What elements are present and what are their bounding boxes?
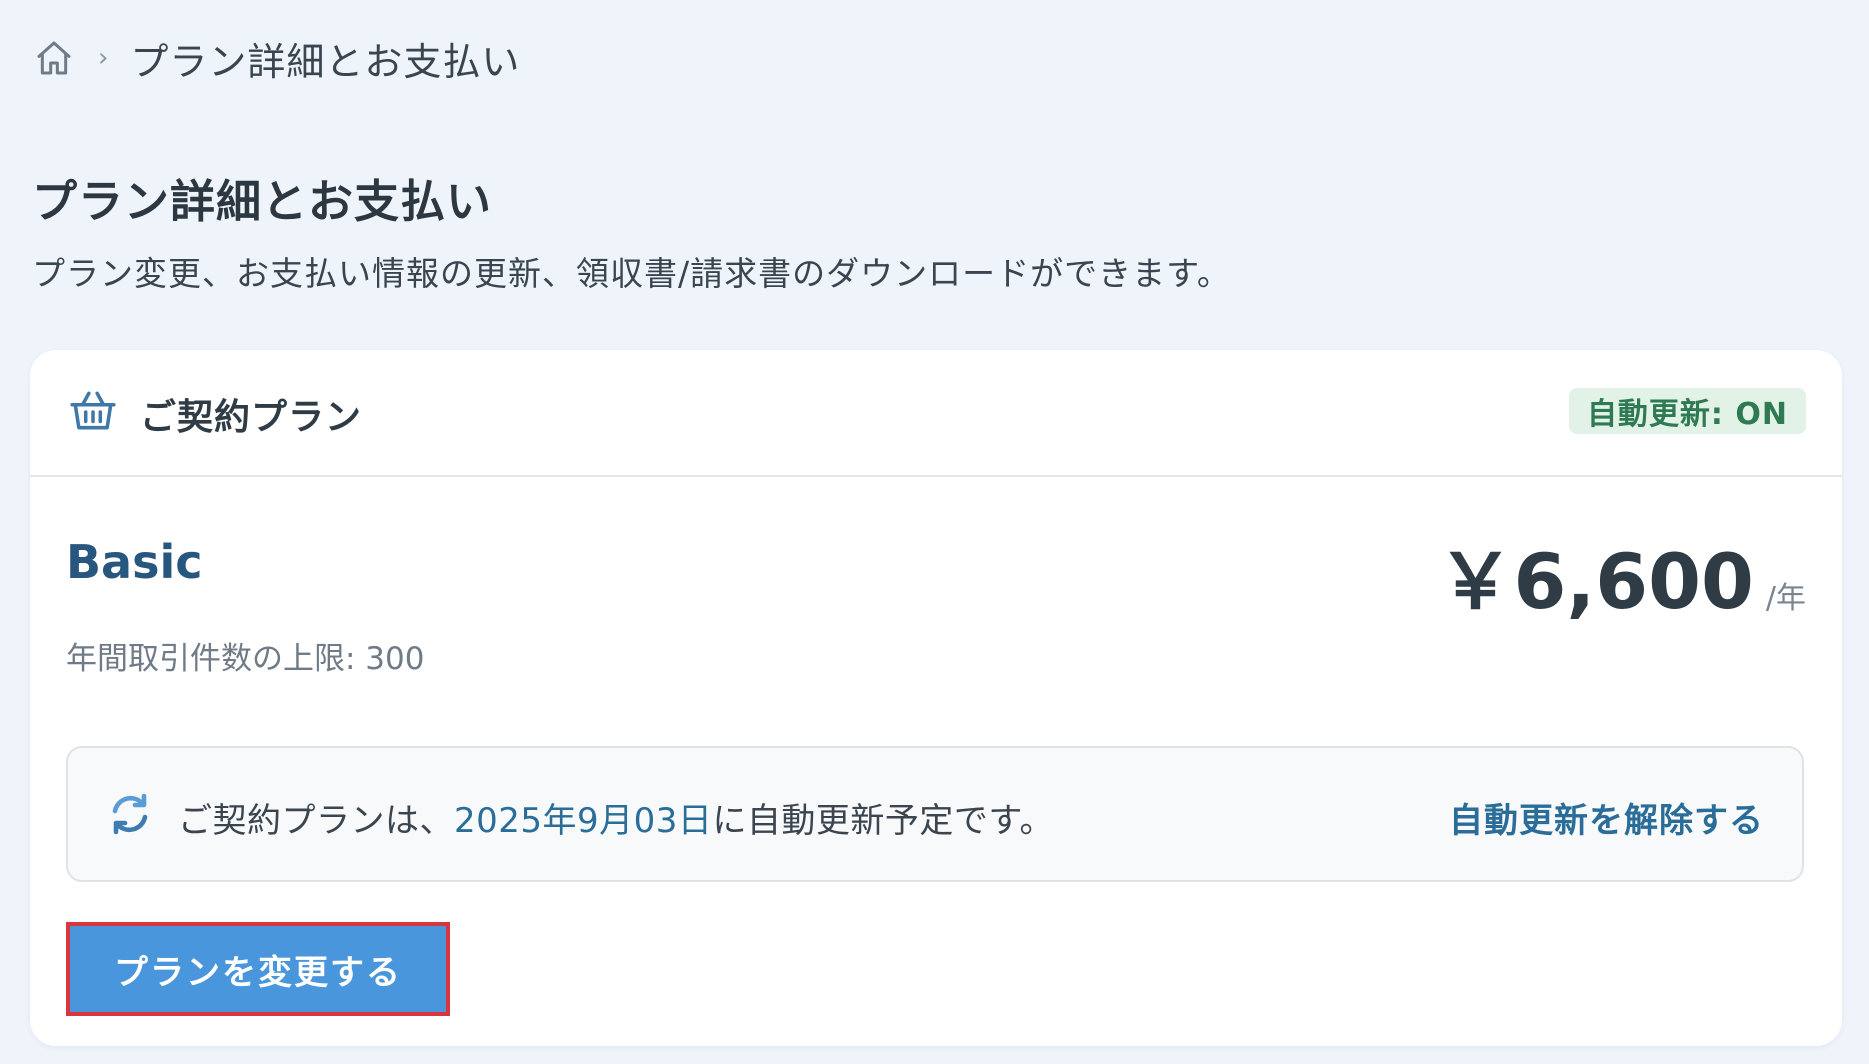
plan-card-title: ご契約プラン — [140, 397, 363, 438]
refresh-icon — [106, 790, 154, 838]
renewal-date: 2025年9月03日 — [454, 801, 713, 841]
plan-name: Basic — [66, 535, 203, 589]
renewal-suffix: に自動更新予定です。 — [712, 801, 1055, 841]
home-icon[interactable] — [32, 36, 76, 80]
price-amount: ￥6,600 — [1437, 537, 1754, 626]
plan-price: ￥6,600 /年 — [1437, 520, 1806, 630]
auto-renew-badge: 自動更新: ON — [1568, 388, 1806, 434]
breadcrumb-separator: › — [98, 43, 109, 73]
page-title: プラン詳細とお支払い — [32, 175, 493, 228]
plan-card: ご契約プラン 自動更新: ON Basic 年間取引件数の上限: 300 ￥6,… — [30, 350, 1842, 1046]
basket-icon — [68, 386, 118, 436]
cancel-auto-renew-link[interactable]: 自動更新を解除する — [1449, 793, 1764, 842]
renewal-prefix: ご契約プランは、 — [178, 801, 454, 841]
page-subtitle: プラン変更、お支払い情報の更新、領収書/請求書のダウンロードができます。 — [32, 254, 1231, 293]
renewal-message: ご契約プランは、2025年9月03日に自動更新予定です。 — [178, 793, 1054, 842]
price-unit: /年 — [1765, 581, 1806, 616]
change-plan-button[interactable]: プランを変更する — [66, 922, 450, 1016]
plan-limit: 年間取引件数の上限: 300 — [66, 641, 425, 677]
breadcrumb: › プラン詳細とお支払い — [32, 30, 520, 86]
plan-card-header: ご契約プラン 自動更新: ON — [30, 350, 1842, 477]
renewal-notice: ご契約プランは、2025年9月03日に自動更新予定です。 自動更新を解除する — [66, 746, 1804, 882]
breadcrumb-current: プラン詳細とお支払い — [130, 39, 521, 84]
